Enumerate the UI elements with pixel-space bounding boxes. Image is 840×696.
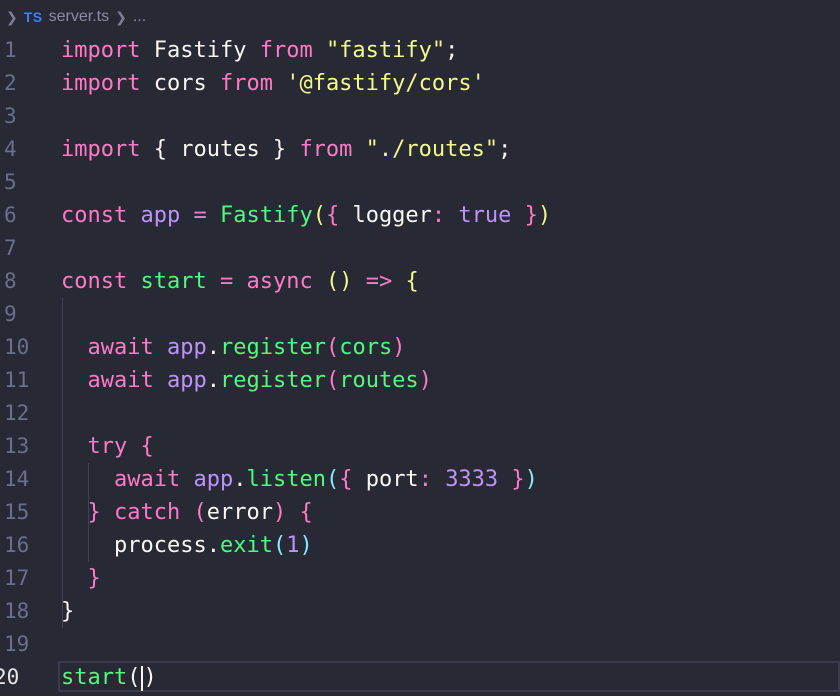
code-text: start(): [61, 665, 157, 691]
code-line[interactable]: 18 }: [0, 595, 840, 628]
breadcrumb: ❯ TS server.ts ❯ ...: [0, 0, 840, 34]
code-line[interactable]: 11 await app.register(routes): [0, 364, 840, 397]
code-line[interactable]: 14 await app.listen({ port: 3333 }): [0, 463, 840, 496]
code-text: process.exit(1): [61, 533, 313, 558]
code-line[interactable]: 19: [0, 628, 840, 661]
line-number: 7: [4, 236, 17, 260]
code-text: import cors from '@fastify/cors': [61, 71, 485, 96]
line-number: 18: [4, 599, 30, 623]
code-text: try {: [87, 434, 154, 459]
code-text: } catch (error) {: [87, 500, 313, 525]
code-line[interactable]: 16 process.exit(1): [0, 529, 840, 562]
code-editor[interactable]: ❯ TS server.ts ❯ ... 1 import Fastify fr…: [0, 0, 840, 696]
line-number: 4: [4, 137, 17, 161]
code-text: }: [61, 599, 75, 624]
code-text: const start = async () => {: [61, 269, 419, 294]
current-line-highlight: [58, 661, 840, 692]
code-line[interactable]: 1 import Fastify from "fastify";: [0, 34, 840, 67]
code-line[interactable]: 13 try {: [0, 430, 840, 463]
breadcrumb-file-name[interactable]: server.ts: [49, 8, 109, 26]
code-text: import Fastify from "fastify";: [61, 38, 459, 63]
line-number: 12: [4, 401, 30, 425]
code-text: import { routes } from "./routes";: [61, 137, 512, 162]
code-line[interactable]: 6 const app = Fastify({ logger: true }): [0, 199, 840, 232]
code-line[interactable]: 17 }: [0, 562, 840, 595]
code-area[interactable]: 1 import Fastify from "fastify"; 2 impor…: [0, 34, 840, 694]
code-line[interactable]: 5: [0, 166, 840, 199]
code-text: await app.register(cors): [87, 335, 406, 360]
chevron-right-icon: ❯: [6, 8, 18, 25]
line-number: 1: [4, 38, 17, 62]
chevron-right-icon: ❯: [115, 8, 127, 25]
line-number: 6: [4, 203, 17, 227]
line-number: 17: [4, 566, 30, 590]
code-line[interactable]: 4 import { routes } from "./routes";: [0, 133, 840, 166]
line-number: 5: [4, 170, 17, 194]
typescript-file-icon: TS: [23, 9, 43, 25]
code-line[interactable]: 2 import cors from '@fastify/cors': [0, 67, 840, 100]
code-text: await app.register(routes): [87, 368, 432, 393]
code-line[interactable]: 15 } catch (error) {: [0, 496, 840, 529]
code-text: await app.listen({ port: 3333 }): [113, 467, 538, 492]
line-number: 9: [4, 302, 17, 326]
code-line[interactable]: 7: [0, 232, 840, 265]
code-line[interactable]: 9: [0, 298, 840, 331]
code-line-current[interactable]: 20 start(): [0, 661, 840, 694]
code-text: }: [87, 566, 101, 591]
line-number: 8: [4, 269, 17, 293]
line-number: 11: [4, 368, 30, 392]
code-line[interactable]: 8 const start = async () => {: [0, 265, 840, 298]
code-text: const app = Fastify({ logger: true }): [61, 203, 552, 228]
line-number: 3: [4, 104, 17, 128]
line-number-active: 20: [0, 665, 20, 689]
line-number: 10: [4, 335, 30, 359]
line-number: 14: [4, 467, 30, 491]
line-number: 15: [4, 500, 30, 524]
code-line[interactable]: 10 await app.register(cors): [0, 331, 840, 364]
code-line[interactable]: 12: [0, 397, 840, 430]
line-number: 16: [4, 533, 30, 557]
code-line[interactable]: 3: [0, 100, 840, 133]
line-number: 2: [4, 71, 17, 95]
breadcrumb-symbols[interactable]: ...: [133, 8, 146, 26]
line-number: 19: [4, 632, 30, 656]
line-number: 13: [4, 434, 30, 458]
